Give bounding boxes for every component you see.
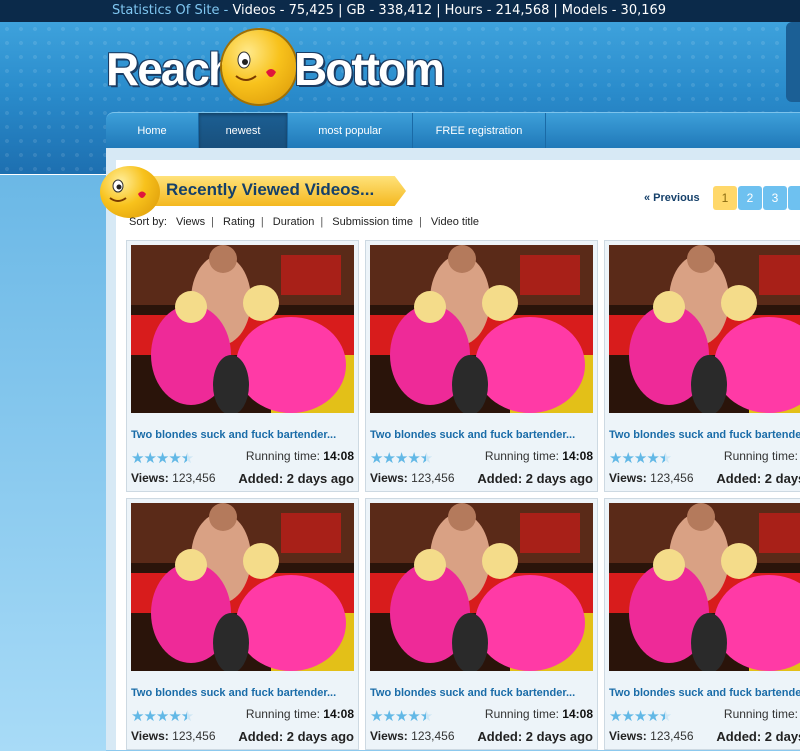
view-count: Views: 123,456 [370, 471, 455, 485]
video-card[interactable]: Two blondes suck and fuck bartender... ★… [365, 498, 598, 750]
views-label: Views: [370, 471, 408, 485]
rating-stars-icon[interactable]: ★★★★★ [609, 449, 672, 467]
views-value: 123,456 [650, 729, 694, 743]
rating-stars-icon[interactable]: ★★★★★ [370, 449, 433, 467]
video-title-link[interactable]: Two blondes suck and fuck bartender... [131, 429, 357, 441]
stat-models: Models - 30,169 [561, 3, 667, 18]
stat-videos: Videos - 75,425 [232, 3, 335, 18]
video-thumbnail[interactable] [609, 245, 800, 413]
added-date: Added: 2 days ago [716, 729, 800, 744]
views-label: Views: [131, 729, 169, 743]
site-logo[interactable]: Reach Bottom [104, 22, 445, 104]
left-sidebar-background [0, 174, 106, 751]
nav-newest[interactable]: newest [199, 113, 288, 149]
page-3-button[interactable]: 3 [763, 186, 787, 210]
sort-bar: Sort by: Views | Rating | Duration | Submis… [129, 216, 479, 228]
page-1-button[interactable]: 1 [713, 186, 737, 210]
page-next-button[interactable] [788, 186, 800, 210]
view-count: Views: 123,456 [609, 729, 694, 743]
sort-duration[interactable]: Duration [273, 216, 315, 228]
video-title-link[interactable]: Two blondes suck and fuck bartender... [609, 429, 800, 441]
video-thumbnail[interactable] [131, 245, 354, 413]
views-label: Views: [609, 729, 647, 743]
sort-rating[interactable]: Rating [223, 216, 255, 228]
section-title: Recently Viewed Videos... [166, 180, 375, 199]
section-banner: Recently Viewed Videos... [100, 166, 406, 218]
views-label: Views: [609, 471, 647, 485]
running-time: Running time: 14:08 [485, 449, 593, 463]
added-date: Added: 2 days ago [238, 729, 354, 744]
video-card[interactable]: Two blondes suck and fuck bartender... ★… [365, 240, 598, 492]
stat-gb: GB - 338,412 [346, 3, 433, 18]
video-thumbnail[interactable] [370, 245, 593, 413]
view-count: Views: 123,456 [131, 471, 216, 485]
views-label: Views: [131, 471, 169, 485]
video-card[interactable]: Two blondes suck and fuck bartender... ★… [126, 240, 359, 492]
views-value: 123,456 [411, 471, 455, 485]
nav-home[interactable]: Home [106, 113, 199, 149]
sort-submission-time[interactable]: Submission time [332, 216, 413, 228]
video-card[interactable]: Two blondes suck and fuck bartender... ★… [126, 498, 359, 750]
rating-stars-icon[interactable]: ★★★★★ [131, 449, 194, 467]
running-time: Running time: 14:08 [724, 707, 800, 721]
running-time: Running time: 14:08 [485, 707, 593, 721]
view-count: Views: 123,456 [131, 729, 216, 743]
video-card[interactable]: Two blondes suck and fuck bartender... ★… [604, 240, 800, 492]
video-card[interactable]: Two blondes suck and fuck bartender... ★… [604, 498, 800, 750]
video-title-link[interactable]: Two blondes suck and fuck bartender... [131, 687, 357, 699]
video-title-link[interactable]: Two blondes suck and fuck bartender... [370, 687, 596, 699]
sort-views[interactable]: Views [176, 216, 205, 228]
running-time-value: 14:08 [562, 707, 593, 721]
page-2-button[interactable]: 2 [738, 186, 762, 210]
running-time-label: Running time: [723, 707, 798, 721]
running-time-label: Running time: [245, 707, 320, 721]
views-value: 123,456 [411, 729, 455, 743]
video-title-link[interactable]: Two blondes suck and fuck bartender... [370, 429, 596, 441]
view-count: Views: 123,456 [609, 471, 694, 485]
added-date: Added: 2 days ago [716, 471, 800, 486]
running-time-value: 14:08 [562, 449, 593, 463]
main-navigation: Home newest most popular FREE registrati… [106, 112, 800, 149]
views-value: 123,456 [650, 471, 694, 485]
added-date: Added: 2 days ago [477, 729, 593, 744]
nav-free-registration[interactable]: FREE registration [413, 113, 546, 149]
rating-stars-icon[interactable]: ★★★★★ [370, 707, 433, 725]
sort-label: Sort by: [129, 216, 167, 228]
running-time-value: 14:08 [323, 449, 354, 463]
running-time: Running time: 14:08 [246, 449, 354, 463]
view-count: Views: 123,456 [370, 729, 455, 743]
logo-word-bottom: Bottom [294, 43, 445, 95]
views-value: 123,456 [172, 729, 216, 743]
added-date: Added: 2 days ago [477, 471, 593, 486]
nav-most-popular[interactable]: most popular [288, 113, 413, 149]
pagination-previous[interactable]: « Previous [644, 192, 700, 204]
running-time-label: Running time: [484, 449, 559, 463]
running-time-label: Running time: [484, 707, 559, 721]
mascot-icon [100, 166, 160, 218]
views-value: 123,456 [172, 471, 216, 485]
rating-stars-icon[interactable]: ★★★★★ [131, 707, 194, 725]
running-time-value: 14:08 [323, 707, 354, 721]
rating-stars-icon[interactable]: ★★★★★ [609, 707, 672, 725]
video-thumbnail[interactable] [370, 503, 593, 671]
running-time: Running time: 14:08 [724, 449, 800, 463]
logo-mascot-icon [222, 30, 296, 104]
stats-label: Statistics Of Site - [112, 3, 229, 18]
logo-word-reach: Reach [106, 43, 236, 95]
video-thumbnail[interactable] [609, 503, 800, 671]
running-time: Running time: 14:08 [246, 707, 354, 721]
sort-video-title[interactable]: Video title [431, 216, 479, 228]
running-time-label: Running time: [245, 449, 320, 463]
running-time-label: Running time: [723, 449, 798, 463]
site-stats-bar: Statistics Of Site - Videos - 75,425 | GB … [0, 0, 800, 22]
views-label: Views: [370, 729, 408, 743]
stat-hours: Hours - 214,568 [444, 3, 550, 18]
video-title-link[interactable]: Two blondes suck and fuck bartender... [609, 687, 800, 699]
header-side-tab [786, 22, 800, 102]
added-date: Added: 2 days ago [238, 471, 354, 486]
video-thumbnail[interactable] [131, 503, 354, 671]
